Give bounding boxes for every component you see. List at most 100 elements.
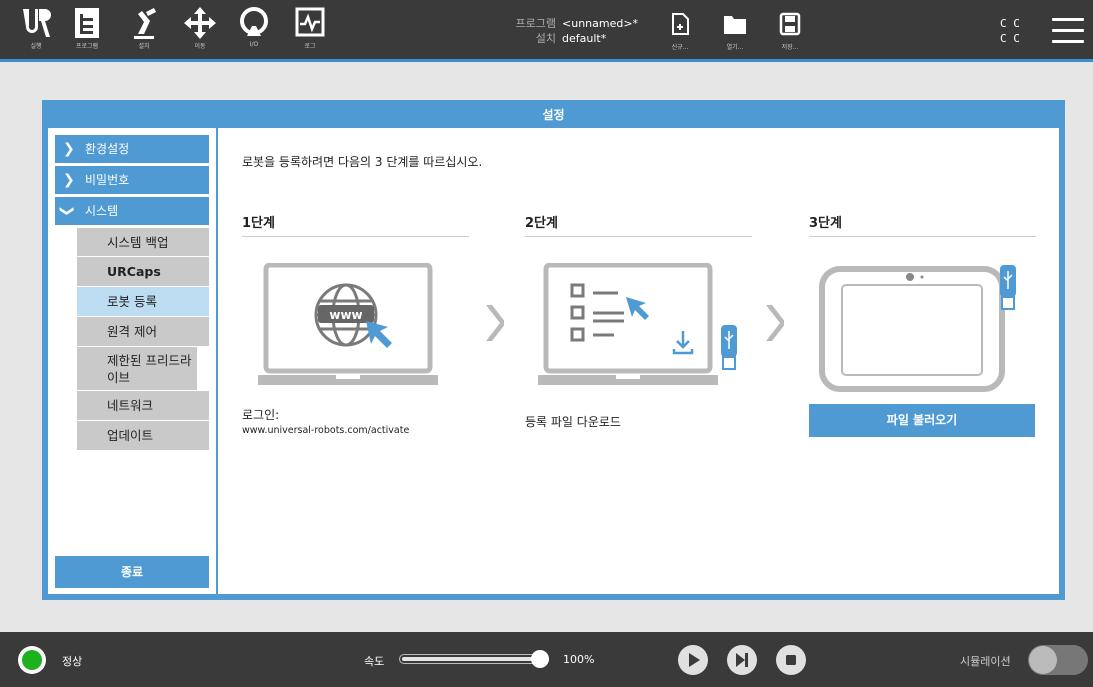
- usb-stick-icon: [721, 325, 737, 370]
- cursor-arrow-icon: [626, 297, 649, 320]
- nav-log[interactable]: 로그: [288, 6, 332, 60]
- io-icon: [240, 7, 268, 36]
- nav-io[interactable]: I/O: [232, 6, 276, 60]
- nav-label: 로그: [304, 43, 316, 50]
- download-icon: [672, 331, 694, 355]
- step1-title: 1단계: [242, 212, 469, 237]
- nav-run[interactable]: 실행: [14, 6, 58, 60]
- sidebar-item-label: 환경설정: [85, 142, 130, 156]
- cc-indicator: C C C C: [1000, 16, 1020, 46]
- chevron-right-icon: [766, 305, 784, 341]
- nav-label: 설치: [138, 43, 150, 50]
- open-folder-icon: [724, 16, 746, 34]
- status-text: 정상: [62, 655, 83, 668]
- play-button[interactable]: [678, 645, 708, 675]
- speed-label: 속도: [364, 655, 385, 668]
- speed-slider[interactable]: [399, 654, 549, 664]
- speed-value: 100%: [563, 653, 595, 666]
- sidebar-item-label: 제한된 프리드라이브: [107, 352, 192, 385]
- simulation-toggle[interactable]: [1028, 645, 1088, 675]
- settings-sidebar: ❯ 환경설정 ❯ 비밀번호 ❯ 시스템 시스템 백업 URCaps 로봇 등록 원격 …: [48, 128, 216, 594]
- step1-caption-text: 로그인:: [242, 408, 280, 422]
- stop-button[interactable]: [776, 645, 806, 675]
- nav-label: 실행: [30, 43, 42, 50]
- dialog-title: 설정: [542, 108, 565, 122]
- step-button[interactable]: [727, 645, 757, 675]
- save-icon: [779, 12, 801, 36]
- nav-label: 프로그램: [75, 43, 99, 50]
- chevron-right-icon: ❯: [63, 172, 75, 188]
- laptop-globe-illustration: www: [258, 263, 438, 385]
- laptop-checklist-illustration: [538, 263, 737, 385]
- cursor-arrow-icon: [366, 321, 392, 348]
- nav-label: 이동: [194, 43, 206, 50]
- www-label: www: [329, 308, 362, 322]
- program-key: 프로그램: [515, 17, 556, 30]
- sidebar-item-system[interactable]: ❯ 시스템: [55, 197, 209, 225]
- load-file-button[interactable]: 파일 불러오기: [809, 404, 1035, 437]
- sidebar-item-remote-control[interactable]: 원격 제어: [77, 317, 209, 347]
- save-button[interactable]: 저장...: [770, 12, 810, 51]
- ur-logo-icon: [23, 9, 51, 37]
- sidebar-item-label: URCaps: [107, 264, 161, 279]
- chevron-right-icon: [486, 305, 504, 341]
- nav-program[interactable]: 프로그램: [65, 6, 109, 60]
- cc-line: C C: [1000, 17, 1020, 30]
- open-button[interactable]: 열기...: [715, 12, 755, 51]
- activation-url: www.universal-robots.com/activate: [242, 425, 410, 436]
- program-icon: [75, 8, 99, 38]
- sidebar-item-label: 시스템 백업: [107, 234, 169, 250]
- speed-slider-handle[interactable]: [531, 650, 549, 668]
- move-arrows-icon: [184, 7, 216, 39]
- checklist-icon: [570, 283, 624, 342]
- step3-title: 3단계: [809, 212, 1036, 237]
- camera-icon: [906, 273, 914, 281]
- sidebar-item-robot-registration[interactable]: 로봇 등록: [77, 287, 209, 317]
- nav-installation[interactable]: 설치: [122, 6, 166, 60]
- bottom-bar: 정상 속도 100% 시뮬레이션: [0, 632, 1093, 687]
- sidebar-item-update[interactable]: 업데이트: [77, 421, 209, 451]
- speed-fill: [402, 657, 546, 661]
- new-button[interactable]: 신규...: [660, 12, 700, 51]
- sidebar-item-password[interactable]: ❯ 비밀번호: [55, 166, 209, 194]
- simulation-label: 시뮬레이션: [960, 655, 1011, 668]
- stop-icon: [786, 655, 796, 665]
- usb-stick-icon: [1000, 265, 1016, 310]
- registration-panel: 로봇을 등록하려면 다음의 3 단계를 따르십시오. 1단계 2단계 3단계 w…: [218, 128, 1059, 594]
- intro-text: 로봇을 등록하려면 다음의 3 단계를 따르십시오.: [242, 155, 483, 169]
- sidebar-item-label: 원격 제어: [107, 324, 157, 339]
- program-info: 프로그램 <unnamed>* 설치 default*: [500, 16, 639, 46]
- globe-icon: www: [314, 283, 378, 347]
- exit-button[interactable]: 종료: [55, 556, 209, 588]
- sidebar-item-constrained-freedrive[interactable]: 제한된 프리드라이브: [77, 347, 197, 391]
- program-value: <unnamed>*: [562, 17, 639, 30]
- log-icon: [295, 7, 325, 37]
- nav-label: I/O: [249, 41, 259, 48]
- chevron-down-icon: ❯: [58, 205, 75, 217]
- top-bar: 실행 프로그램 설치 이동 I/O 로그 프로그램 <unnamed>* 설치 de…: [0, 0, 1093, 62]
- step2-caption: 등록 파일 다운로드: [525, 415, 621, 429]
- sidebar-item-label: 네트워크: [107, 398, 154, 413]
- settings-dialog: 설정 ❯ 환경설정 ❯ 비밀번호 ❯ 시스템 시스템 백업 URCaps 로봇 등록 …: [42, 100, 1065, 600]
- step2-title: 2단계: [525, 212, 752, 237]
- step-forward-icon: [736, 653, 748, 667]
- save-button-label: 저장...: [781, 44, 799, 51]
- new-button-label: 신규...: [671, 44, 689, 51]
- sidebar-item-network[interactable]: 네트워크: [77, 391, 209, 421]
- sidebar-item-label: 시스템: [85, 204, 119, 218]
- chevron-right-icon: ❯: [63, 141, 75, 157]
- new-file-icon: [672, 13, 689, 35]
- sidebar-item-label: 로봇 등록: [107, 294, 157, 309]
- sidebar-item-preferences[interactable]: ❯ 환경설정: [55, 135, 209, 163]
- status-led-icon[interactable]: [18, 646, 46, 674]
- hamburger-menu-icon[interactable]: [1052, 18, 1084, 51]
- sidebar-item-system-backup[interactable]: 시스템 백업: [77, 228, 209, 257]
- install-value: default*: [562, 32, 607, 45]
- sidebar-item-urcaps[interactable]: URCaps: [77, 257, 209, 287]
- nav-move[interactable]: 이동: [178, 6, 222, 60]
- sidebar-item-label: 업데이트: [107, 428, 154, 443]
- install-key: 설치: [535, 32, 556, 45]
- step1-caption: 로그인: www.universal-robots.com/activate: [242, 406, 409, 436]
- open-button-label: 열기...: [726, 44, 744, 51]
- robot-arm-icon: [134, 8, 156, 39]
